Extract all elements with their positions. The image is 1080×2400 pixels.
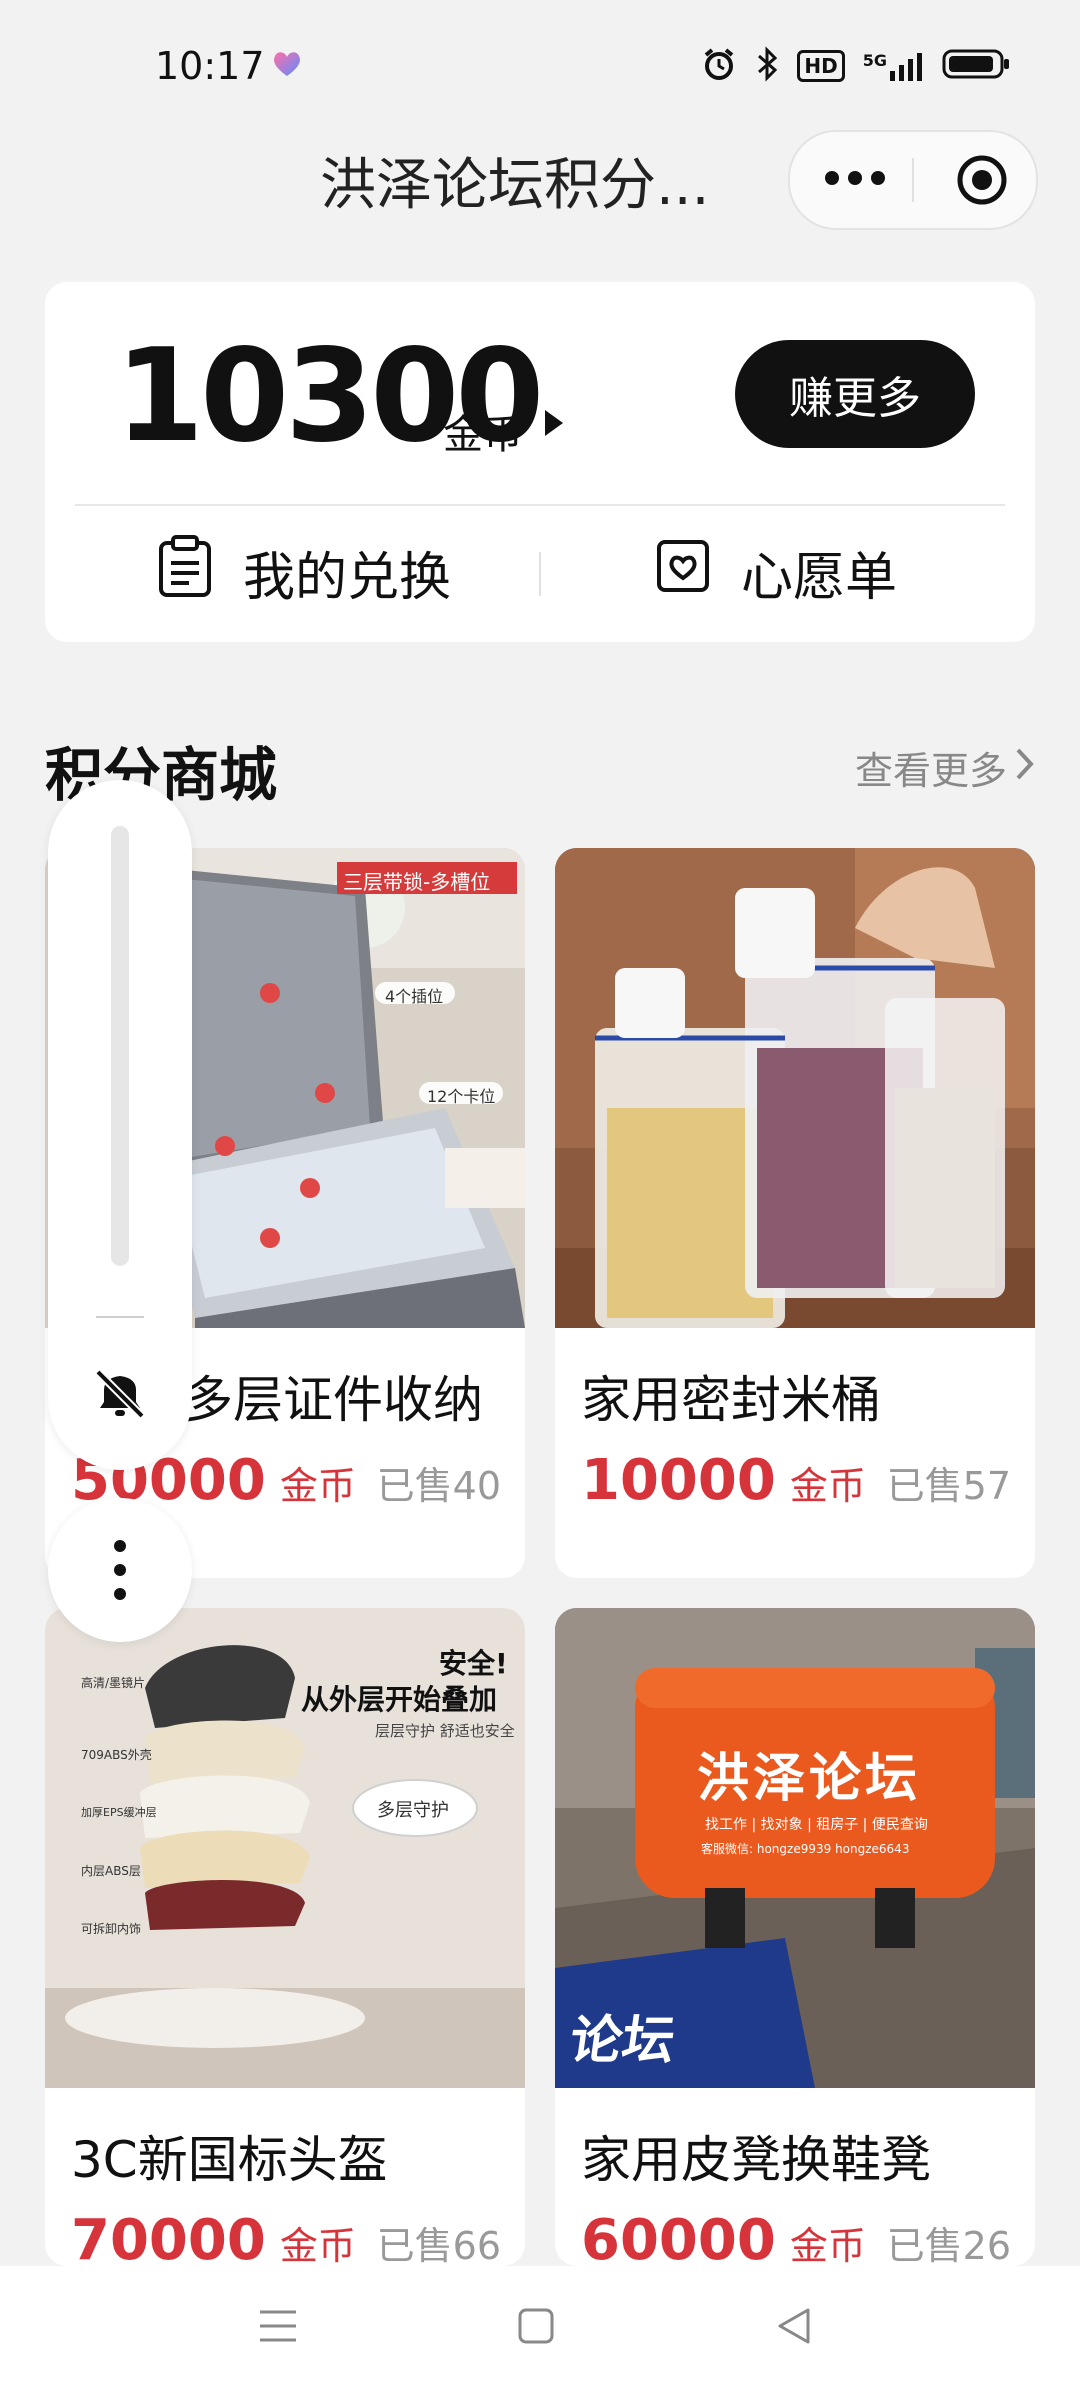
image-tagline-text: 找工作 | 找对象 | 租房子 | 便民查询	[705, 1817, 928, 1833]
my-exchange-label: 我的兑换	[243, 547, 452, 608]
wishlist-heart-icon	[655, 538, 711, 607]
product-price-row: 60000 金币 已售26	[581, 2208, 1011, 2266]
product-name: 3C新国标头盔	[71, 2131, 388, 2189]
mini-program-navbar: 洪泽论坛积分...	[0, 130, 1080, 230]
product-image	[555, 848, 1035, 1328]
product-card[interactable]: 家用密封米桶 10000 金币 已售57	[555, 848, 1035, 1578]
product-image: 洪泽论坛 找工作 | 找对象 | 租房子 | 便民查询 客服微信: hongze…	[555, 1608, 1035, 2088]
back-icon[interactable]	[774, 2306, 814, 2350]
image-tag-text: 4个插位	[385, 987, 444, 1006]
chevron-right-icon	[1015, 746, 1035, 790]
product-price: 10000	[581, 1448, 776, 1513]
coin-balance-card: 10300 金币 赚更多 我的兑换 心愿单	[45, 282, 1035, 642]
page-title: 洪泽论坛积分...	[320, 153, 710, 218]
image-layer-label: 可拆卸内饰	[81, 1922, 142, 1936]
bluetooth-icon	[755, 46, 779, 86]
image-layer-label: 709ABS外壳	[81, 1748, 152, 1762]
image-banner-text: 三层带锁-多槽位	[343, 870, 491, 894]
image-brand-text: 洪泽论坛	[697, 1749, 922, 1809]
product-name: 家用密封米桶	[581, 1371, 881, 1429]
product-name: 多层证件收纳	[183, 1371, 483, 1429]
volume-more-button[interactable]	[48, 1498, 192, 1642]
image-layer-label: 内层ABS层	[81, 1864, 141, 1878]
system-navigation-bar	[0, 2266, 1080, 2400]
product-price-unit: 金币	[279, 1464, 356, 1508]
more-options-icon[interactable]	[824, 168, 886, 192]
product-card[interactable]: 洪泽论坛 找工作 | 找对象 | 租房子 | 便民查询 客服微信: hongze…	[555, 1608, 1035, 2266]
alarm-icon	[701, 46, 737, 86]
battery-icon	[942, 48, 1010, 84]
status-time: 10:17	[155, 44, 265, 88]
image-bubble-text: 多层守护	[377, 1800, 449, 1821]
product-image: 安全! 从外层开始叠加 层层守护 舒适也安全 多层守护 高清/墨镜片 709AB…	[45, 1608, 525, 2088]
volume-panel-divider	[96, 1316, 144, 1318]
mute-icon[interactable]	[90, 1364, 150, 1428]
earn-more-button[interactable]: 赚更多	[735, 340, 975, 448]
image-contact-text: 客服微信: hongze9939 hongze6643	[701, 1842, 910, 1856]
volume-slider[interactable]	[111, 826, 129, 1266]
hd-badge: HD	[797, 50, 845, 82]
product-sold-count: 已售26	[886, 2224, 1011, 2266]
image-headline: 从外层开始叠加	[301, 1683, 498, 1716]
wishlist-label: 心愿单	[741, 547, 898, 608]
play-arrow-icon[interactable]	[543, 408, 565, 442]
product-card[interactable]: 安全! 从外层开始叠加 层层守护 舒适也安全 多层守护 高清/墨镜片 709AB…	[45, 1608, 525, 2266]
home-icon[interactable]	[516, 2306, 556, 2350]
image-tag-text: 12个卡位	[427, 1087, 496, 1106]
product-price: 60000	[581, 2208, 776, 2266]
see-more-label: 查看更多	[854, 749, 1007, 793]
product-name: 家用皮凳换鞋凳	[581, 2131, 931, 2189]
menu-icon[interactable]	[256, 2306, 300, 2350]
product-sold-count: 已售66	[376, 2224, 501, 2266]
my-exchange-button[interactable]: 我的兑换	[157, 532, 451, 612]
image-layer-label: 加厚EPS缓冲层	[81, 1806, 157, 1819]
capsule-menu	[788, 130, 1038, 230]
action-divider	[539, 552, 541, 596]
capsule-divider	[912, 158, 914, 202]
product-sold-count: 已售57	[886, 1464, 1011, 1508]
image-headline: 安全!	[439, 1647, 508, 1680]
product-price-unit: 金币	[789, 1464, 866, 1508]
clipboard-icon	[157, 534, 213, 610]
image-layer-label: 高清/墨镜片	[81, 1676, 146, 1690]
signal-icon: 5G	[863, 51, 924, 81]
card-divider	[75, 504, 1005, 506]
product-price-row: 10000 金币 已售57	[581, 1448, 1011, 1513]
product-sold-count: 已售40	[376, 1464, 501, 1508]
product-price-unit: 金币	[279, 2224, 356, 2266]
close-mini-program-icon[interactable]	[954, 152, 1010, 212]
wishlist-button[interactable]: 心愿单	[655, 532, 897, 612]
volume-panel	[48, 780, 192, 1470]
image-mat-text: 论坛	[566, 2011, 679, 2071]
product-price: 70000	[71, 2208, 266, 2266]
see-more-link[interactable]: 查看更多	[855, 740, 1035, 795]
network-label: 5G	[862, 51, 887, 70]
coin-unit-label: 金币	[443, 412, 523, 458]
image-subtext: 层层守护 舒适也安全	[375, 1722, 515, 1740]
status-bar: 10:17 HD 5G	[0, 0, 1080, 130]
product-price-row: 70000 金币 已售66	[71, 2208, 501, 2266]
heart-icon	[272, 50, 302, 82]
product-price-unit: 金币	[789, 2224, 866, 2266]
